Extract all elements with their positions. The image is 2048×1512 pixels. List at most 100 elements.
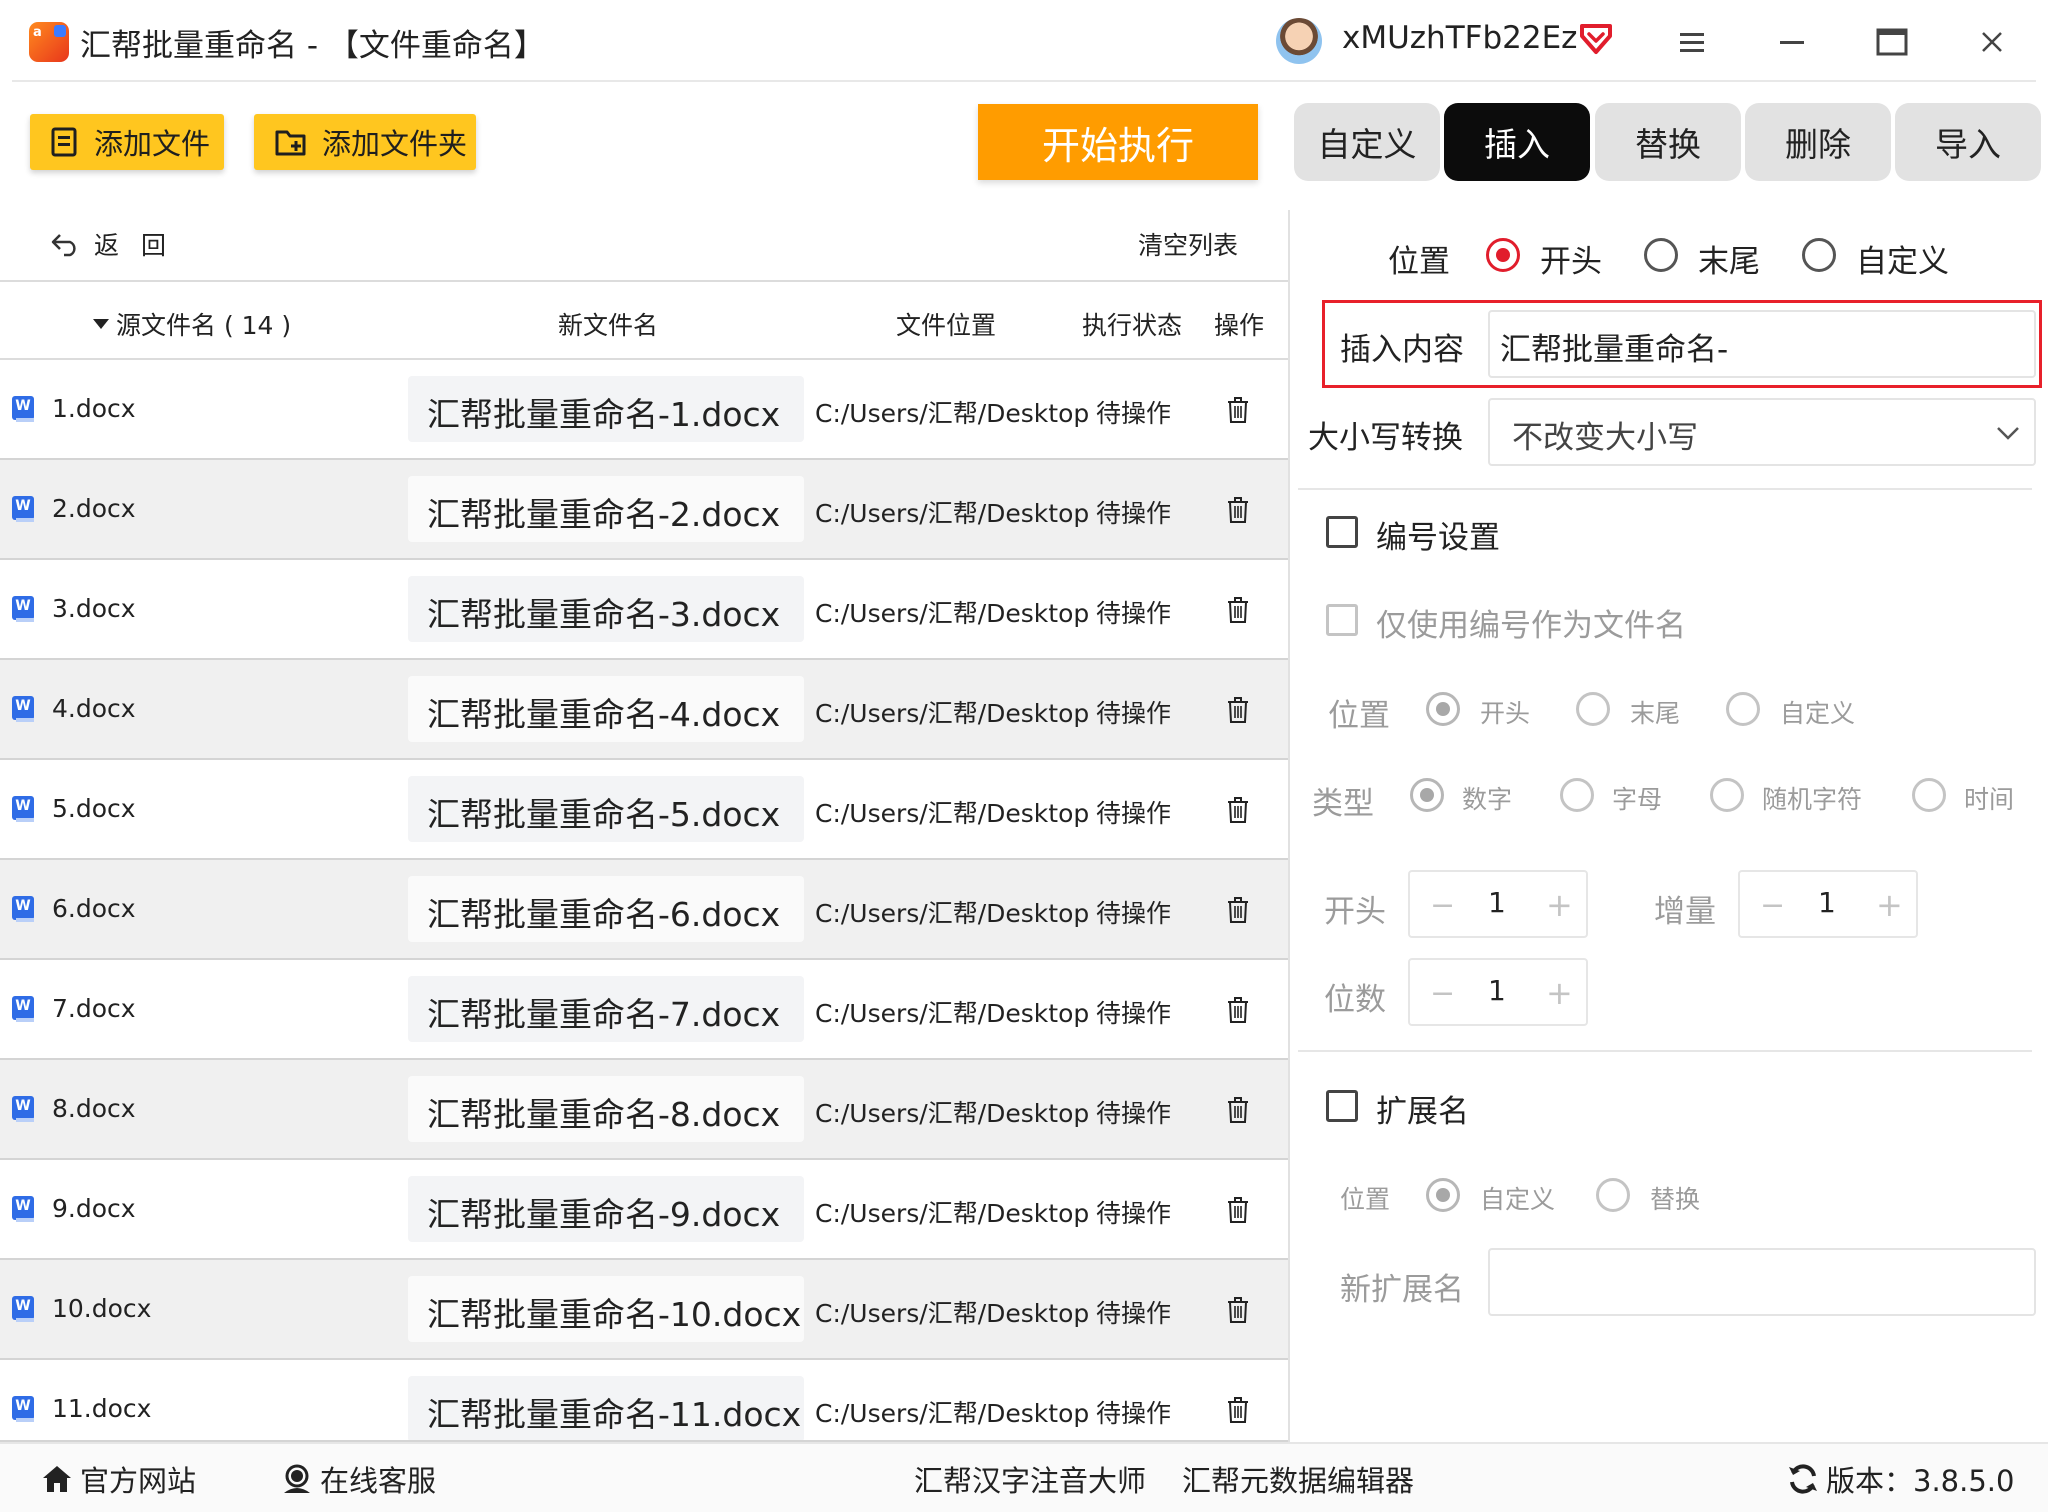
step-minus-button[interactable]: − (1760, 888, 1785, 923)
type-random-label[interactable]: 随机字符 (1762, 780, 1862, 816)
case-select-value: 不改变大小写 (1512, 420, 1698, 456)
username[interactable]: xMUzhTFb22Ez (1342, 20, 1577, 56)
column-header-source[interactable]: 源文件名 ( 14 ) (92, 306, 291, 342)
insert-pos-custom-label[interactable]: 自定义 (1856, 236, 1949, 281)
type-letter-radio[interactable] (1560, 778, 1594, 812)
insert-pos-start-label[interactable]: 开头 (1540, 236, 1602, 281)
insert-pos-start-radio[interactable] (1486, 238, 1520, 272)
start-button[interactable]: 开始执行 (978, 104, 1258, 180)
tab-custom[interactable]: 自定义 (1294, 103, 1440, 181)
numbering-pos-start-radio[interactable] (1426, 692, 1460, 726)
only-number-label[interactable]: 仅使用编号作为文件名 (1376, 600, 1686, 645)
table-row[interactable]: W 4.docx 汇帮批量重命名-4.docx C:/Users/汇帮/Desktop… (0, 660, 1288, 760)
vip-diamond-icon[interactable] (1578, 22, 1614, 56)
start-minus-button[interactable]: − (1430, 888, 1455, 923)
metadata-app-link[interactable]: 汇帮元数据编辑器 (1182, 1458, 1414, 1500)
type-number-label[interactable]: 数字 (1462, 780, 1512, 816)
new-extension-input[interactable] (1488, 1248, 2036, 1316)
ext-pos-replace-radio[interactable] (1596, 1178, 1630, 1212)
delete-icon[interactable] (1226, 1396, 1250, 1424)
column-header-new-name: 新文件名 (558, 311, 659, 340)
table-row[interactable]: W 1.docx 汇帮批量重命名-1.docx C:/Users/汇帮/Desktop… (0, 360, 1288, 460)
version-info[interactable]: 版本：3.8.5.0 (1786, 1458, 2014, 1500)
type-time-radio[interactable] (1912, 778, 1946, 812)
digits-plus-button[interactable]: + (1546, 974, 1573, 1012)
numbering-pos-custom-radio[interactable] (1726, 692, 1760, 726)
tab-import[interactable]: 导入 (1895, 103, 2041, 181)
delete-icon[interactable] (1226, 1096, 1250, 1124)
table-row[interactable]: W 3.docx 汇帮批量重命名-3.docx C:/Users/汇帮/Desktop… (0, 560, 1288, 660)
maximize-icon[interactable] (1872, 22, 1912, 62)
minimize-icon[interactable] (1772, 22, 1812, 62)
delete-icon[interactable] (1226, 696, 1250, 724)
tab-replace[interactable]: 替换 (1595, 103, 1741, 181)
numbering-pos-end-radio[interactable] (1576, 692, 1610, 726)
type-random-radio[interactable] (1710, 778, 1744, 812)
extension-checkbox[interactable] (1326, 1090, 1358, 1122)
table-row[interactable]: W 7.docx 汇帮批量重命名-7.docx C:/Users/汇帮/Desktop… (0, 960, 1288, 1060)
insert-pos-end-label[interactable]: 末尾 (1698, 236, 1760, 281)
ext-pos-custom-label[interactable]: 自定义 (1480, 1180, 1555, 1216)
digits-value[interactable]: 1 (1488, 974, 1506, 1007)
step-value[interactable]: 1 (1818, 886, 1836, 919)
version-label: 版本：3.8.5.0 (1826, 1464, 2015, 1498)
insert-pos-custom-radio[interactable] (1802, 238, 1836, 272)
table-row[interactable]: W 6.docx 汇帮批量重命名-6.docx C:/Users/汇帮/Desktop… (0, 860, 1288, 960)
start-plus-button[interactable]: + (1546, 886, 1573, 924)
extension-label[interactable]: 扩展名 (1376, 1086, 1469, 1131)
type-time-label[interactable]: 时间 (1964, 780, 2014, 816)
numbering-pos-end-label[interactable]: 末尾 (1630, 694, 1680, 730)
only-number-checkbox[interactable] (1326, 604, 1358, 636)
insert-content-input[interactable]: 汇帮批量重命名- (1488, 310, 2036, 378)
numbering-pos-start-label[interactable]: 开头 (1480, 694, 1530, 730)
delete-icon[interactable] (1226, 996, 1250, 1024)
table-row[interactable]: W 9.docx 汇帮批量重命名-9.docx C:/Users/汇帮/Desktop… (0, 1160, 1288, 1260)
ext-pos-replace-label[interactable]: 替换 (1650, 1180, 1700, 1216)
insert-pos-end-radio[interactable] (1644, 238, 1678, 272)
delete-icon[interactable] (1226, 1196, 1250, 1224)
type-number-radio[interactable] (1410, 778, 1444, 812)
word-doc-icon: W (12, 1396, 34, 1422)
pinyin-app-link[interactable]: 汇帮汉字注音大师 (914, 1458, 1146, 1500)
start-number-stepper[interactable]: − 1 + (1408, 870, 1588, 938)
numbering-label[interactable]: 编号设置 (1376, 512, 1500, 557)
delete-icon[interactable] (1226, 396, 1250, 424)
case-label: 大小写转换 (1308, 420, 1463, 456)
case-select[interactable]: 不改变大小写 (1488, 398, 2036, 466)
type-letter-label[interactable]: 字母 (1612, 780, 1662, 816)
file-location: C:/Users/汇帮/Desktop (815, 1199, 1090, 1228)
support-link[interactable]: 在线客服 (280, 1458, 436, 1500)
close-icon[interactable] (1972, 22, 2012, 62)
delete-icon[interactable] (1226, 1296, 1250, 1324)
digits-label: 位数 (1324, 982, 1386, 1018)
add-folder-label: 添加文件夹 (322, 127, 468, 161)
add-folder-button[interactable]: 添加文件夹 (254, 114, 476, 170)
table-row[interactable]: W 10.docx 汇帮批量重命名-10.docx C:/Users/汇帮/Deskt… (0, 1260, 1288, 1360)
table-row[interactable]: W 2.docx 汇帮批量重命名-2.docx C:/Users/汇帮/Desktop… (0, 460, 1288, 560)
numbering-checkbox[interactable] (1326, 516, 1358, 548)
start-number-value[interactable]: 1 (1488, 886, 1506, 919)
delete-icon[interactable] (1226, 896, 1250, 924)
back-button[interactable]: 返回 (50, 226, 188, 262)
table-row[interactable]: W 5.docx 汇帮批量重命名-5.docx C:/Users/汇帮/Desktop… (0, 760, 1288, 860)
step-label: 增量 (1654, 894, 1716, 930)
numbering-pos-custom-label[interactable]: 自定义 (1780, 694, 1855, 730)
menu-icon[interactable] (1672, 22, 1712, 62)
step-plus-button[interactable]: + (1876, 886, 1903, 924)
tab-insert[interactable]: 插入 (1444, 103, 1590, 181)
home-icon (43, 1466, 71, 1492)
delete-icon[interactable] (1226, 596, 1250, 624)
table-row[interactable]: W 8.docx 汇帮批量重命名-8.docx C:/Users/汇帮/Desktop… (0, 1060, 1288, 1160)
tab-delete[interactable]: 删除 (1745, 103, 1891, 181)
digits-stepper[interactable]: − 1 + (1408, 958, 1588, 1026)
user-avatar[interactable] (1276, 18, 1322, 64)
ext-pos-custom-radio[interactable] (1426, 1178, 1460, 1212)
delete-icon[interactable] (1226, 796, 1250, 824)
website-link[interactable]: 官方网站 (40, 1458, 196, 1500)
table-row[interactable]: W 11.docx 汇帮批量重命名-11.docx C:/Users/汇帮/Deskt… (0, 1360, 1288, 1442)
add-file-button[interactable]: 添加文件 (30, 114, 224, 170)
clear-list-button[interactable]: 清空列表 (1138, 226, 1238, 262)
step-stepper[interactable]: − 1 + (1738, 870, 1918, 938)
delete-icon[interactable] (1226, 496, 1250, 524)
digits-minus-button[interactable]: − (1430, 976, 1455, 1011)
